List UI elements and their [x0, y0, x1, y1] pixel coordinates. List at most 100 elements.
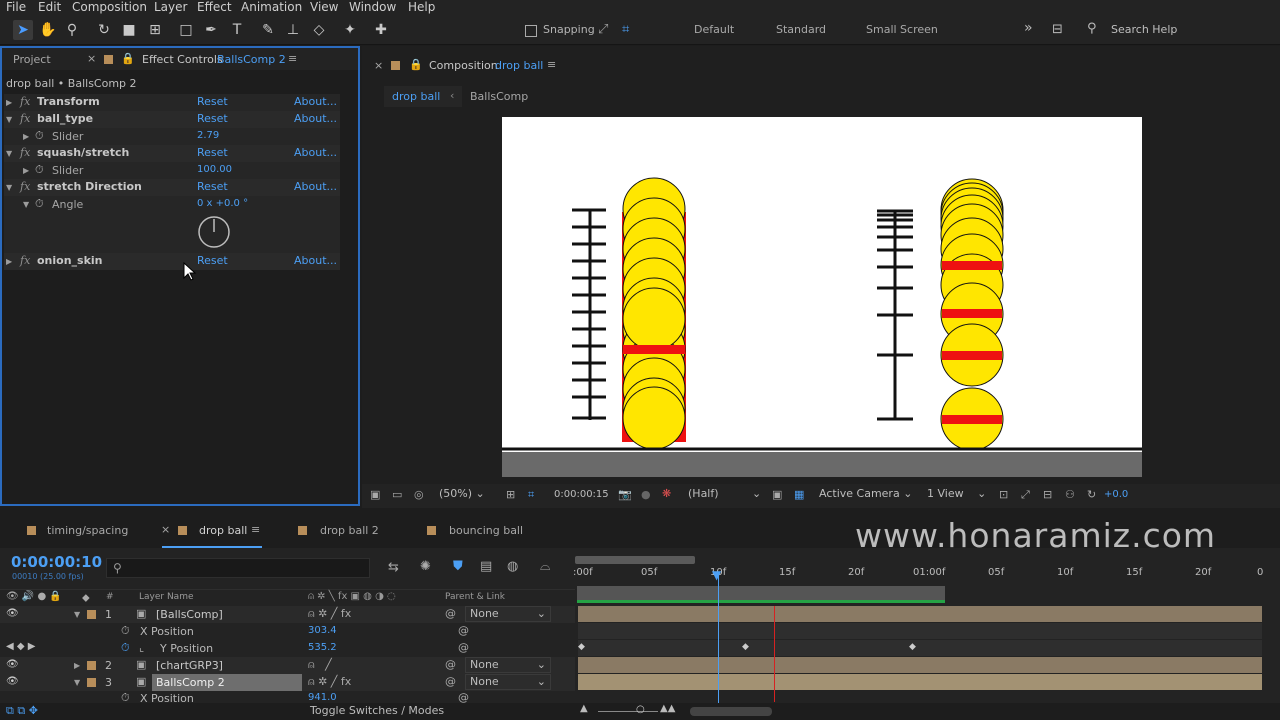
layer-switches[interactable]: ⍝ ✲ ╱ fx [308, 607, 351, 621]
layer-name-column[interactable]: Layer Name [139, 592, 194, 602]
stopwatch-icon[interactable]: ⏱ [35, 197, 44, 211]
slider-value[interactable]: 2.79 [197, 130, 219, 141]
fit-icon[interactable]: ⊞ [506, 488, 515, 501]
shy-layers-icon[interactable]: ⛊ [453, 559, 463, 574]
panel-menu-icon[interactable]: ≡ [547, 58, 556, 71]
footer-icons[interactable]: ⧉ ⧉ ✥ [6, 704, 38, 718]
work-area-bar[interactable] [577, 586, 945, 600]
show-snapshot-icon[interactable]: ● [641, 488, 651, 501]
current-time-display[interactable]: 0:00:00:10 [11, 553, 102, 571]
snapping-checkbox[interactable] [525, 25, 537, 37]
layer-bar-2[interactable] [578, 657, 1262, 673]
zoom-slider[interactable] [598, 711, 658, 712]
lock-icon[interactable]: 🔒 [409, 58, 423, 71]
parent-dropdown[interactable]: None ⌄ [465, 674, 551, 690]
grid-guide-icon[interactable]: ⌗ [528, 488, 534, 502]
eye-icon[interactable]: 👁 [6, 676, 19, 687]
transparency-grid-icon[interactable]: ▦ [794, 488, 804, 501]
frame-blending-icon[interactable]: ▤ [480, 559, 492, 574]
menu-file[interactable]: File [6, 0, 26, 15]
composition-canvas[interactable] [502, 117, 1142, 452]
playhead-handle[interactable]: ▼ [712, 568, 721, 582]
pen-tool-icon[interactable]: ✒ [201, 20, 221, 40]
about-button[interactable]: About... [294, 180, 337, 193]
selection-tool-icon[interactable]: ➤ [13, 20, 33, 40]
param-row-angle[interactable]: ▼ ⏱ Angle 0 x +0.0 ° [4, 196, 340, 253]
timeline-search-input[interactable]: ⚲ [106, 558, 370, 578]
zoom-in-icon[interactable]: ▲▲ [660, 703, 675, 714]
brush-tool-icon[interactable]: ✎ [258, 20, 278, 40]
rotate-tool-icon[interactable]: ↻ [94, 20, 114, 40]
menu-effect[interactable]: Effect [197, 0, 232, 15]
layer-switches[interactable]: ⍝ ╱ [308, 658, 332, 672]
property-row-x-position-2[interactable]: ⏱ X Position 941.0 @ [0, 691, 575, 703]
layer-row-1[interactable]: 👁 ▼ 1 ▣ [BallsComp] ⍝ ✲ ╱ fx @ None ⌄ [0, 606, 575, 623]
zoom-tool-icon[interactable]: ⚲ [62, 20, 82, 40]
graph-icon[interactable]: ⌞ [139, 641, 144, 654]
monitor-icon[interactable]: ▭ [392, 488, 402, 501]
keyframe-navigator[interactable]: ◀ ◆ ▶ [6, 641, 35, 652]
flow-parent[interactable]: BallsComp [470, 90, 528, 103]
region-of-interest-icon[interactable]: ▣ [772, 488, 782, 501]
resolution-dropdown[interactable]: (Half) ⌄ [684, 487, 764, 503]
reset-button[interactable]: Reset [197, 95, 228, 108]
param-row-slider[interactable]: ▶ ⏱ Slider 100.00 [4, 162, 340, 179]
eye-icon[interactable]: 👁 [6, 659, 19, 670]
motion-blur-icon[interactable]: ◍ [507, 559, 518, 574]
keyframe[interactable]: ◆ [909, 642, 916, 652]
keyframe[interactable]: ◆ [742, 642, 749, 652]
tab-drop-ball[interactable]: drop ball [199, 524, 247, 537]
menu-animation[interactable]: Animation [241, 0, 302, 15]
sync-settings-icon[interactable]: ⊟ [1052, 22, 1063, 37]
close-tab-icon[interactable]: × [161, 523, 170, 536]
menu-window[interactable]: Window [349, 0, 396, 15]
time-ruler[interactable]: :00f 05f 10f 15f 20f 01:00f 05f 10f 15f … [573, 556, 1265, 603]
eraser-tool-icon[interactable]: ◇ [309, 20, 329, 40]
pan-behind-tool-icon[interactable]: ⊞ [145, 20, 165, 40]
exposure-value[interactable]: +0.0 [1104, 489, 1128, 500]
stopwatch-active-icon[interactable]: ⏱ [121, 641, 130, 655]
rectangle-tool-icon[interactable]: □ [176, 20, 196, 40]
parent-dropdown[interactable]: None ⌄ [465, 657, 551, 673]
panel-menu-icon[interactable]: ≡ [251, 523, 260, 536]
pick-whip-icon[interactable]: @ [458, 691, 469, 703]
pick-whip-icon[interactable]: @ [445, 607, 456, 620]
puppet-tool-icon[interactable]: ✚ [371, 20, 391, 40]
stopwatch-icon[interactable]: ⏱ [35, 163, 44, 177]
timeline-icon[interactable]: ⊟ [1043, 488, 1052, 501]
reset-button[interactable]: Reset [197, 254, 228, 267]
menu-layer[interactable]: Layer [154, 0, 187, 15]
zoom-dropdown[interactable]: (50%) ⌄ [435, 487, 497, 503]
tab-bouncing-ball[interactable]: bouncing ball [449, 524, 523, 537]
clone-stamp-tool-icon[interactable]: ⊥ [283, 20, 303, 40]
layer-bar-3[interactable] [578, 674, 1262, 690]
reset-button[interactable]: Reset [197, 146, 228, 159]
workspace-standard[interactable]: Standard [776, 23, 826, 36]
eye-icon[interactable]: 👁 [6, 608, 19, 619]
reset-exposure-icon[interactable]: ↻ [1087, 488, 1096, 501]
layer-row-3[interactable]: 👁 ▼ 3 ▣ BallsComp 2 ⍝ ✲ ╱ fx @ None ⌄ [0, 674, 575, 691]
roto-brush-tool-icon[interactable]: ✦ [340, 20, 360, 40]
pick-whip-icon[interactable]: @ [458, 641, 469, 654]
about-button[interactable]: About... [294, 112, 337, 125]
current-timecode[interactable]: 0:00:00:15 [554, 489, 609, 500]
about-button[interactable]: About... [294, 254, 337, 267]
stopwatch-icon[interactable]: ⏱ [121, 691, 130, 703]
composition-tab[interactable]: Composition [429, 59, 498, 72]
more-workspaces-icon[interactable]: » [1024, 20, 1033, 36]
stopwatch-icon[interactable]: ⏱ [121, 624, 130, 638]
effect-row-onion-skin[interactable]: ▶ fx onion_skin Reset About... [4, 253, 340, 270]
camera-dropdown[interactable]: Active Camera ⌄ [815, 487, 915, 503]
snap-features-icon[interactable]: ⌗ [622, 22, 629, 37]
toggle-pixel-aspect-icon[interactable]: ⊡ [999, 488, 1008, 501]
parent-dropdown[interactable]: None ⌄ [465, 606, 551, 622]
reset-button[interactable]: Reset [197, 112, 228, 125]
layer-switches[interactable]: ⍝ ✲ ╱ fx [308, 675, 351, 689]
zoom-slider-thumb[interactable]: ○ [636, 704, 645, 715]
workspace-small-screen[interactable]: Small Screen [866, 23, 938, 36]
zoom-out-icon[interactable]: ▲ [580, 703, 588, 714]
tab-drop-ball-2[interactable]: drop ball 2 [320, 524, 379, 537]
work-area-navigator[interactable] [575, 556, 695, 564]
horizontal-scrollbar[interactable] [690, 707, 772, 716]
layer-row-2[interactable]: 👁 ▶ 2 ▣ [chartGRP3] ⍝ ╱ @ None ⌄ [0, 657, 575, 674]
